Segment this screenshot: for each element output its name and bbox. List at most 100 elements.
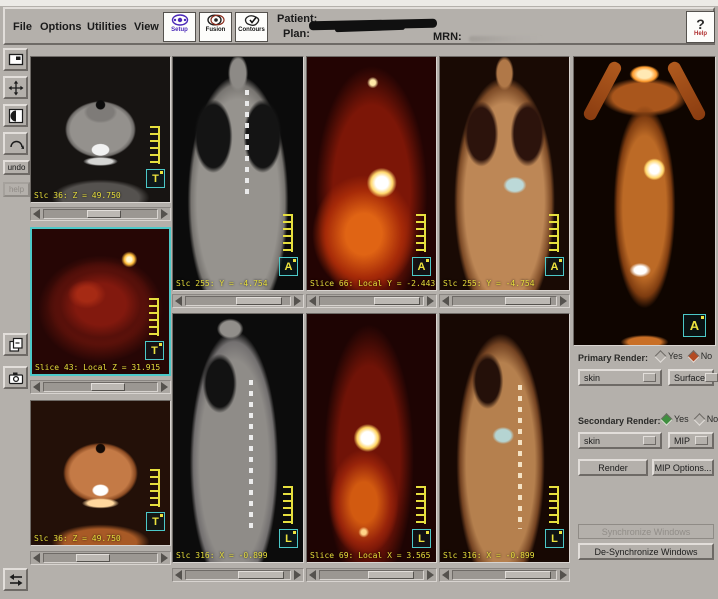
slider-trough[interactable]	[185, 296, 291, 306]
slider-right-arrow[interactable]	[161, 209, 168, 219]
coronal-ct-slice-slider[interactable]	[172, 294, 304, 308]
slider-left-arrow[interactable]	[175, 296, 182, 306]
mip-options-button[interactable]: MIP Options...	[652, 459, 714, 476]
coronal-fused-image[interactable]	[440, 57, 569, 290]
slider-right-arrow[interactable]	[560, 570, 567, 580]
slider-thumb[interactable]	[238, 571, 284, 579]
slider-trough[interactable]	[319, 296, 424, 306]
menu-options[interactable]: Options	[40, 21, 82, 33]
slider-thumb[interactable]	[505, 297, 551, 305]
coronal-pet-image[interactable]	[307, 57, 436, 290]
mip-viewport[interactable]: A	[573, 56, 716, 346]
sagittal-pet-caption: Slice 69: Local X = 3.565	[310, 551, 430, 560]
secondary-no-radio[interactable]	[693, 413, 706, 426]
slider-thumb[interactable]	[76, 554, 110, 562]
slider-trough[interactable]	[452, 296, 557, 306]
coronal-pet-viewport[interactable]: A Slice 66: Local Y = -2.443	[306, 56, 437, 291]
axial-fused-viewport[interactable]: T Slc 36: Z = 49.750	[30, 400, 171, 546]
slider-thumb[interactable]	[91, 383, 125, 391]
secondary-mode-dropdown[interactable]: MIP	[668, 432, 714, 449]
swap-views-button[interactable]	[3, 568, 28, 591]
undo-button[interactable]: undo	[3, 160, 30, 175]
help-button[interactable]: ? Help	[686, 11, 715, 43]
coronal-fused-slice-slider[interactable]	[439, 294, 570, 308]
sidebar-help-button[interactable]: help	[3, 182, 30, 197]
contours-button[interactable]: Contours	[235, 12, 268, 42]
slider-left-arrow[interactable]	[442, 570, 449, 580]
orientation-letter: A	[418, 261, 426, 273]
slider-right-arrow[interactable]	[161, 553, 168, 563]
slider-thumb[interactable]	[368, 571, 414, 579]
coronal-fused-viewport[interactable]: A Slc 255: Y = -4.754	[439, 56, 570, 291]
menu-utilities[interactable]: Utilities	[87, 21, 127, 33]
fusion-button[interactable]: Fusion	[199, 12, 232, 42]
slider-left-arrow[interactable]	[442, 296, 449, 306]
desynchronize-windows-button[interactable]: De-Synchronize Windows	[578, 543, 714, 560]
axial-pet-viewport[interactable]: T Slice 43: Local Z = 31.915	[30, 227, 171, 376]
snapshot-button[interactable]	[3, 366, 28, 389]
sagittal-ct-viewport[interactable]: L Slc 316: X = -0.899	[172, 313, 304, 563]
axial-ct-orientation-marker: T	[146, 169, 165, 188]
slider-thumb[interactable]	[236, 297, 282, 305]
menu-view[interactable]: View	[134, 21, 159, 33]
slider-thumb[interactable]	[505, 571, 551, 579]
sagittal-fused-image[interactable]	[440, 314, 569, 562]
slider-thumb[interactable]	[87, 210, 121, 218]
slider-left-arrow[interactable]	[175, 570, 182, 580]
secondary-yes-radio[interactable]	[660, 413, 673, 426]
axial-ct-slice-slider[interactable]	[30, 207, 171, 221]
slider-right-arrow[interactable]	[294, 296, 301, 306]
coronal-ct-image[interactable]	[173, 57, 303, 290]
slider-right-arrow[interactable]	[427, 296, 434, 306]
secondary-render-label: Secondary Render:	[578, 416, 661, 426]
slider-left-arrow[interactable]	[33, 209, 40, 219]
window-level-tool-button[interactable]	[3, 104, 28, 127]
pan-tool-button[interactable]	[3, 76, 28, 99]
sagittal-fused-viewport[interactable]: L Slc 316: X = -0.899	[439, 313, 570, 563]
slider-right-arrow[interactable]	[294, 570, 301, 580]
slider-left-arrow[interactable]	[33, 382, 40, 392]
synchronize-windows-button[interactable]: Synchronize Windows	[578, 524, 714, 539]
slider-right-arrow[interactable]	[560, 296, 567, 306]
primary-structure-value: skin	[584, 373, 600, 383]
primary-mode-dropdown[interactable]: Surface	[668, 369, 714, 386]
render-button[interactable]: Render	[578, 459, 648, 476]
sagittal-pet-image[interactable]	[307, 314, 436, 562]
primary-yes-radio[interactable]	[654, 350, 667, 363]
axial-pet-orientation-marker: T	[145, 341, 164, 360]
primary-structure-dropdown[interactable]: skin	[578, 369, 662, 386]
primary-no-radio[interactable]	[687, 350, 700, 363]
slider-right-arrow[interactable]	[161, 382, 168, 392]
slider-thumb[interactable]	[374, 297, 420, 305]
slider-trough[interactable]	[185, 570, 291, 580]
axial-ct-viewport[interactable]: T Slc 36: Z = 49.750	[30, 56, 171, 203]
window-tool-button[interactable]	[3, 48, 28, 71]
slider-trough[interactable]	[43, 382, 158, 392]
secondary-structure-dropdown[interactable]: skin	[578, 432, 662, 449]
axial-pet-slice-slider[interactable]	[30, 380, 171, 394]
mip-image[interactable]	[574, 57, 715, 345]
slider-left-arrow[interactable]	[309, 570, 316, 580]
coronal-ct-orientation-marker: A	[279, 257, 298, 276]
slider-trough[interactable]	[452, 570, 557, 580]
slider-left-arrow[interactable]	[309, 296, 316, 306]
slider-right-arrow[interactable]	[427, 570, 434, 580]
copy-views-button[interactable]	[3, 333, 28, 356]
rotate-tool-button[interactable]	[3, 132, 28, 155]
slider-trough[interactable]	[319, 570, 424, 580]
slider-trough[interactable]	[43, 553, 158, 563]
sagittal-pet-viewport[interactable]: L Slice 69: Local X = 3.565	[306, 313, 437, 563]
sagittal-pet-slice-slider[interactable]	[306, 568, 437, 582]
sagittal-ct-image[interactable]	[173, 314, 303, 562]
axial-fused-slice-slider[interactable]	[30, 551, 171, 565]
coronal-pet-slice-slider[interactable]	[306, 294, 437, 308]
orientation-letter: A	[285, 261, 293, 273]
sagittal-ct-slice-slider[interactable]	[172, 568, 304, 582]
menu-file[interactable]: File	[13, 21, 32, 33]
sagittal-fused-slice-slider[interactable]	[439, 568, 570, 582]
coronal-ct-viewport[interactable]: A Slc 255: Y = -4.754	[172, 56, 304, 291]
slider-left-arrow[interactable]	[33, 553, 40, 563]
mip-orientation-marker: A	[683, 314, 706, 337]
setup-button[interactable]: Setup	[163, 12, 196, 42]
slider-trough[interactable]	[43, 209, 158, 219]
